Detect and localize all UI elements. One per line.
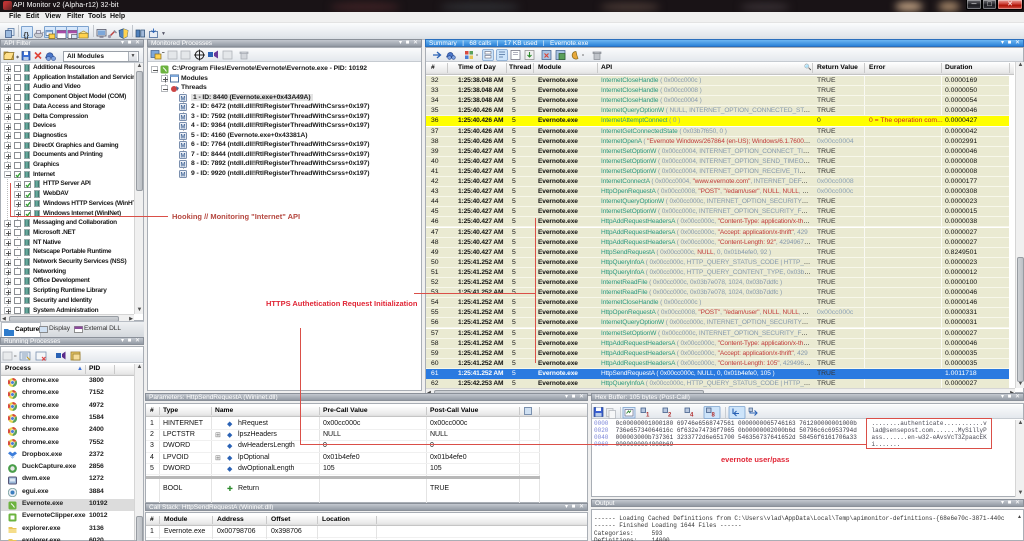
svg-text:M: M (181, 115, 186, 121)
svg-text:M: M (181, 125, 186, 131)
svg-text:M: M (181, 96, 186, 102)
svg-text:M: M (181, 144, 186, 150)
svg-text:M: M (181, 106, 186, 112)
svg-text:1: 1 (646, 413, 650, 419)
svg-text:{}: {} (24, 32, 30, 39)
svg-text:2: 2 (668, 413, 672, 419)
svg-text:M: M (181, 153, 186, 159)
svg-text:M: M (181, 134, 186, 140)
svg-text:M: M (181, 172, 186, 178)
svg-text:M: M (181, 163, 186, 169)
svg-text:4: 4 (690, 413, 694, 419)
